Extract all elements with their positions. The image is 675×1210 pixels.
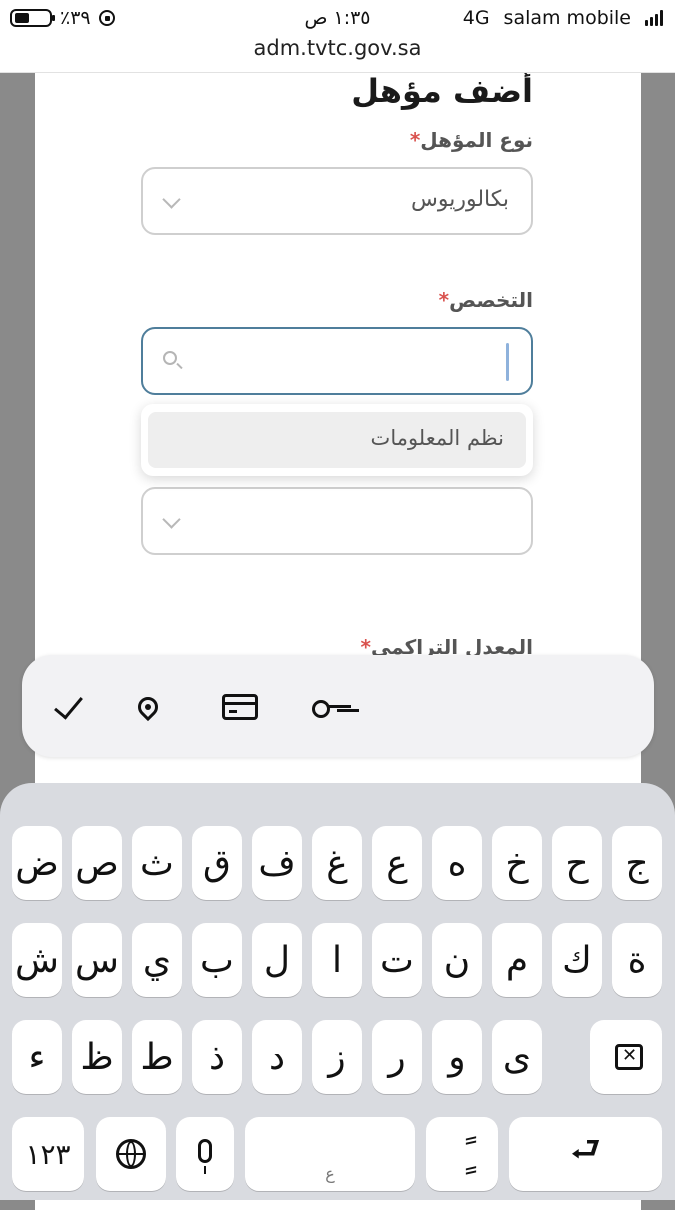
- status-right: 4G salam mobile: [463, 7, 663, 29]
- key[interactable]: و: [432, 1020, 482, 1094]
- microphone-icon: [198, 1139, 212, 1174]
- key[interactable]: ح: [552, 826, 602, 900]
- autofill-address-button[interactable]: [120, 679, 176, 735]
- chevron-down-icon: [162, 510, 181, 529]
- key[interactable]: ت: [372, 923, 422, 997]
- dropdown-option-label: نظم المعلومات: [370, 426, 504, 450]
- search-icon: [163, 351, 177, 365]
- key[interactable]: ي: [132, 923, 182, 997]
- autofill-card-button[interactable]: [212, 679, 268, 735]
- numbers-key[interactable]: ١٢٣: [12, 1117, 84, 1191]
- key[interactable]: ع: [372, 826, 422, 900]
- specialization-search-input[interactable]: [141, 327, 533, 395]
- signal-icon: [645, 10, 663, 26]
- keyboard: ض ص ث ق ف غ ع ه خ ح ج ش س ي ب ل ا ت ن م …: [0, 783, 675, 1200]
- done-button[interactable]: [40, 679, 96, 735]
- backspace-key[interactable]: [590, 1020, 662, 1094]
- key[interactable]: ى: [492, 1020, 542, 1094]
- key[interactable]: ن: [432, 923, 482, 997]
- key[interactable]: ز: [312, 1020, 362, 1094]
- key[interactable]: ك: [552, 923, 602, 997]
- required-mark: *: [438, 288, 450, 312]
- key[interactable]: ر: [372, 1020, 422, 1094]
- key[interactable]: ط: [132, 1020, 182, 1094]
- autofill-bar: [22, 655, 654, 757]
- key[interactable]: س: [72, 923, 122, 997]
- autofill-password-button[interactable]: [304, 679, 360, 735]
- space-key[interactable]: ع: [245, 1117, 415, 1191]
- key[interactable]: ث: [132, 826, 182, 900]
- key[interactable]: ص: [72, 826, 122, 900]
- network-type: 4G: [462, 7, 490, 29]
- key[interactable]: ل: [252, 923, 302, 997]
- key[interactable]: خ: [492, 826, 542, 900]
- backspace-icon: [607, 1044, 645, 1070]
- diacritics-key[interactable]: ًٍ: [426, 1117, 498, 1191]
- key[interactable]: ة: [612, 923, 662, 997]
- key[interactable]: ق: [192, 826, 242, 900]
- key[interactable]: ا: [312, 923, 362, 997]
- dictation-key[interactable]: [176, 1117, 234, 1191]
- specialization-label: التخصص*: [433, 288, 533, 312]
- address-url[interactable]: adm.tvtc.gov.sa: [0, 36, 675, 60]
- globe-icon: [116, 1139, 146, 1169]
- qualification-type-value: بكالوريوس: [410, 187, 509, 212]
- key[interactable]: د: [252, 1020, 302, 1094]
- specialization-dropdown: نظم المعلومات: [141, 404, 533, 476]
- key[interactable]: ض: [12, 826, 62, 900]
- key[interactable]: ء: [12, 1020, 62, 1094]
- globe-key[interactable]: [96, 1117, 166, 1191]
- dropdown-option[interactable]: نظم المعلومات: [148, 412, 526, 468]
- specialization-label-text: التخصص: [449, 288, 533, 312]
- key[interactable]: غ: [312, 826, 362, 900]
- section-heading: أضف مؤهل: [351, 72, 533, 110]
- third-select[interactable]: [141, 487, 533, 555]
- key[interactable]: ظ: [72, 1020, 122, 1094]
- key[interactable]: ه: [432, 826, 482, 900]
- key[interactable]: ف: [252, 826, 302, 900]
- key[interactable]: ج: [612, 826, 662, 900]
- carrier-name: salam mobile: [503, 7, 631, 29]
- text-cursor: [506, 343, 509, 381]
- qualification-type-label-text: نوع المؤهل: [420, 128, 533, 152]
- qualification-type-select[interactable]: بكالوريوس: [141, 167, 533, 235]
- key[interactable]: م: [492, 923, 542, 997]
- qualification-type-label: نوع المؤهل*: [404, 128, 533, 152]
- location-pin-icon: [133, 692, 163, 722]
- required-mark: *: [409, 128, 421, 152]
- key[interactable]: ب: [192, 923, 242, 997]
- chevron-down-icon: [162, 190, 181, 209]
- credit-card-icon: [222, 694, 258, 720]
- check-icon: [53, 688, 83, 720]
- return-key[interactable]: ⮐: [509, 1117, 662, 1191]
- status-bar: ٪٣٩ ١:٣٥ ص 4G salam mobile adm.tvtc.gov.…: [0, 0, 675, 73]
- key-icon: [312, 698, 352, 718]
- key[interactable]: ش: [12, 923, 62, 997]
- key[interactable]: ذ: [192, 1020, 242, 1094]
